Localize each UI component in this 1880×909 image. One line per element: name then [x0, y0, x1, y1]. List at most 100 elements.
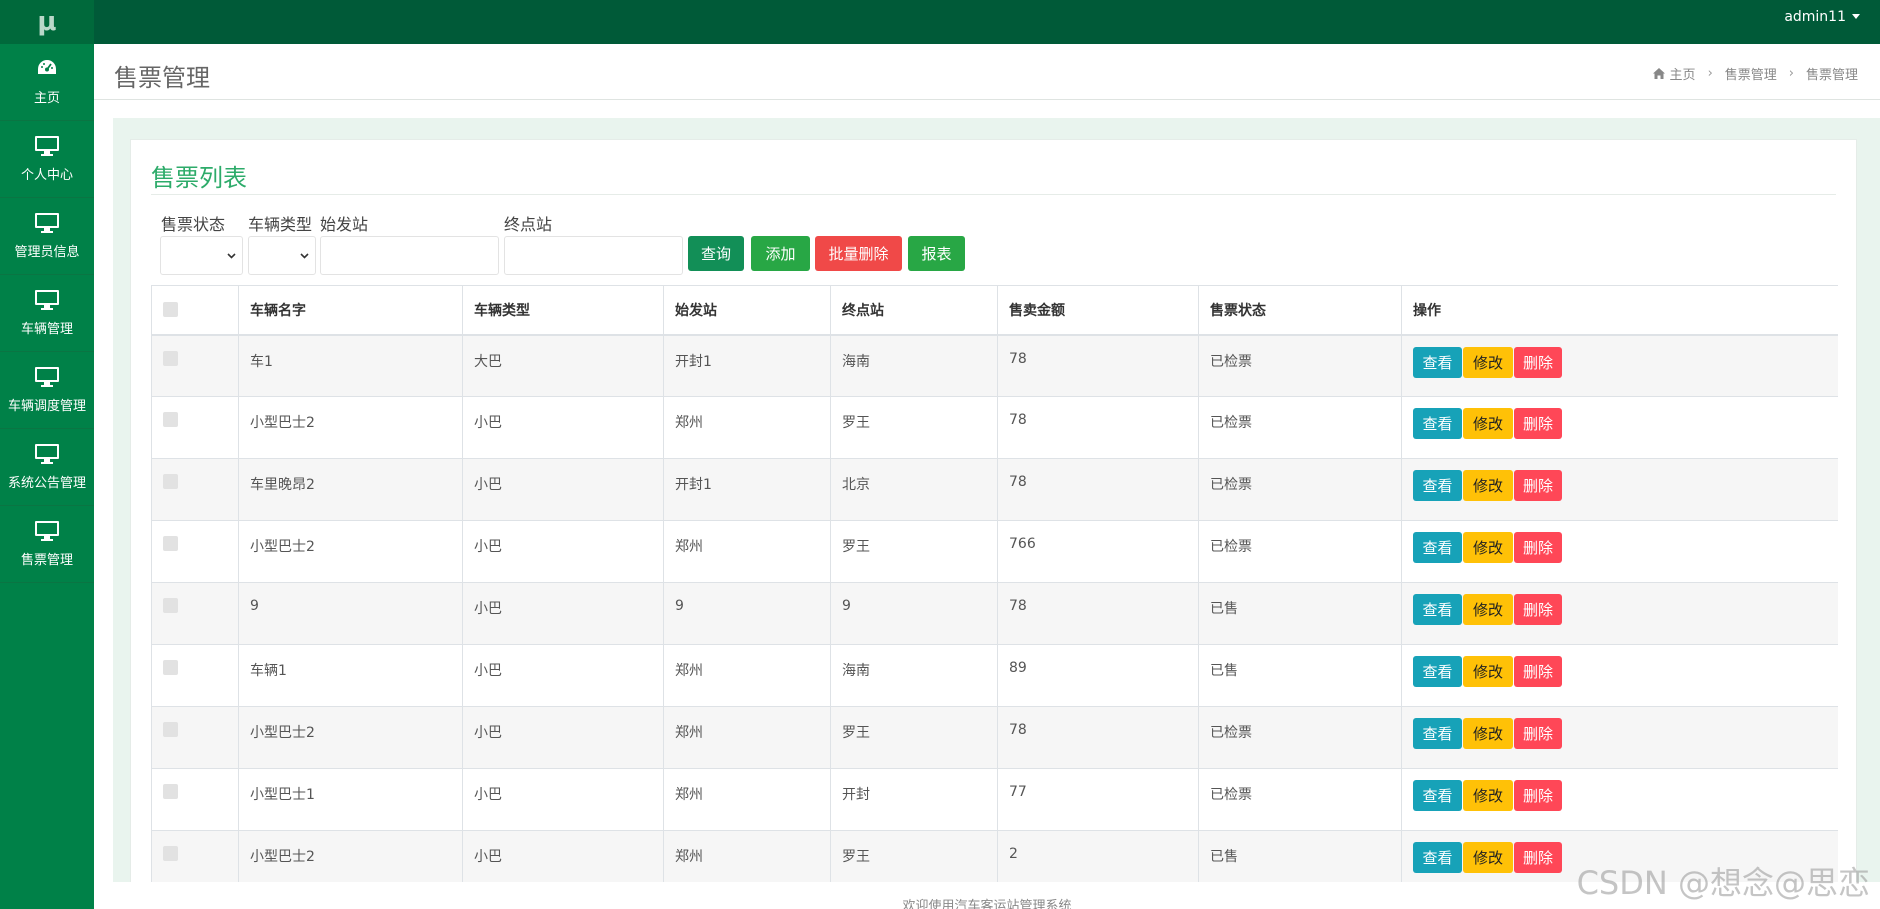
row-checkbox[interactable] — [163, 474, 178, 489]
divider — [151, 194, 1836, 195]
breadcrumb-separator-icon: › — [1707, 66, 1713, 81]
sidebar-item-label: 个人中心 — [20, 168, 73, 183]
delete-button[interactable]: 删除 — [1514, 594, 1562, 625]
view-button[interactable]: 查看 — [1413, 780, 1462, 811]
delete-button[interactable]: 删除 — [1514, 346, 1562, 378]
view-button[interactable]: 查看 — [1413, 470, 1462, 501]
batch-delete-button[interactable]: 批量删除 — [815, 236, 902, 271]
monitor-icon — [34, 289, 60, 311]
row-select-cell — [151, 458, 239, 521]
column-header[interactable]: 始发站 — [663, 285, 831, 336]
row-actions: 查看 修改 删除 — [1413, 346, 1827, 378]
delete-button[interactable]: 删除 — [1514, 532, 1562, 563]
sidebar-item[interactable]: 系统公告管理 — [0, 429, 94, 506]
status-select[interactable] — [160, 236, 243, 275]
row-checkbox[interactable] — [163, 536, 178, 551]
actions-cell: 查看 修改 删除 — [1401, 706, 1838, 769]
end-station-input[interactable] — [504, 236, 683, 275]
table-cell: 89 — [997, 644, 1199, 707]
ticket-table-container: 车辆名字 车辆类型 始发站 终点站 售卖金额 售票状态 操作 车1 大巴 开封1 海南… — [151, 285, 1838, 909]
vehicle-type-select[interactable] — [248, 236, 316, 275]
view-button[interactable]: 查看 — [1413, 594, 1462, 625]
delete-button[interactable]: 删除 — [1514, 408, 1562, 439]
row-checkbox[interactable] — [163, 412, 178, 427]
table-cell: 车里晚昂2 — [238, 458, 463, 521]
table-cell: 小型巴士2 — [238, 520, 463, 583]
view-button[interactable]: 查看 — [1413, 532, 1462, 563]
view-button[interactable]: 查看 — [1413, 346, 1462, 378]
row-checkbox[interactable] — [163, 350, 178, 366]
edit-button[interactable]: 修改 — [1463, 656, 1513, 687]
table-row: 9 小巴 9 9 78 已售 查看 修改 删除 — [151, 582, 1838, 645]
table-cell: 小型巴士2 — [238, 396, 463, 459]
breadcrumb-home[interactable]: 主页 — [1670, 64, 1696, 83]
view-button[interactable]: 查看 — [1413, 842, 1462, 873]
start-station-input[interactable] — [320, 236, 499, 275]
add-button[interactable]: 添加 — [751, 236, 810, 271]
column-header[interactable]: 车辆类型 — [462, 285, 664, 336]
sidebar-item[interactable]: 主页 — [0, 44, 94, 121]
table-cell: 小巴 — [462, 396, 664, 459]
actions-cell: 查看 修改 删除 — [1401, 334, 1838, 397]
report-button[interactable]: 报表 — [908, 236, 965, 271]
row-actions: 查看 修改 删除 — [1413, 780, 1827, 811]
table-row: 小型巴士2 小巴 郑州 罗王 78 已检票 查看 修改 删除 — [151, 396, 1838, 459]
sidebar-item[interactable]: 车辆管理 — [0, 275, 94, 352]
user-menu[interactable]: admin11 — [1784, 0, 1860, 33]
sidebar-item[interactable]: 车辆调度管理 — [0, 352, 94, 429]
table-cell: 小巴 — [462, 582, 664, 645]
row-checkbox[interactable] — [163, 660, 178, 675]
table-cell: 已检票 — [1198, 706, 1402, 769]
type-filter-label: 车辆类型 — [248, 215, 313, 234]
table-cell: 车辆1 — [238, 644, 463, 707]
table-cell: 78 — [997, 582, 1199, 645]
row-checkbox[interactable] — [163, 784, 178, 799]
table-row: 小型巴士2 小巴 郑州 罗王 78 已检票 查看 修改 删除 — [151, 706, 1838, 769]
home-icon — [1652, 68, 1665, 79]
delete-button[interactable]: 删除 — [1514, 780, 1562, 811]
row-actions: 查看 修改 删除 — [1413, 532, 1827, 563]
breadcrumb-section[interactable]: 售票管理 — [1725, 64, 1777, 83]
view-button[interactable]: 查看 — [1413, 656, 1462, 687]
sidebar-item[interactable]: 售票管理 — [0, 506, 94, 583]
table-cell: 766 — [997, 520, 1199, 583]
row-checkbox[interactable] — [163, 846, 178, 861]
column-header[interactable]: 车辆名字 — [238, 285, 463, 336]
row-checkbox[interactable] — [163, 598, 178, 613]
query-button[interactable]: 查询 — [688, 236, 744, 271]
sidebar-item[interactable]: 管理员信息 — [0, 198, 94, 275]
edit-button[interactable]: 修改 — [1463, 470, 1513, 501]
breadcrumb-separator-icon: › — [1788, 66, 1794, 81]
sidebar: μ 主页 个人中心 管理员信息 车辆管理 车辆调度管理 系统公告管理 售票管理 — [0, 0, 94, 909]
row-select-cell — [151, 334, 239, 397]
edit-button[interactable]: 修改 — [1463, 346, 1513, 378]
actions-cell: 查看 修改 删除 — [1401, 644, 1838, 707]
delete-button[interactable]: 删除 — [1514, 656, 1562, 687]
row-select-cell — [151, 706, 239, 769]
table-cell: 9 — [663, 582, 831, 645]
card-title: 售票列表 — [151, 164, 247, 192]
edit-button[interactable]: 修改 — [1463, 532, 1513, 563]
edit-button[interactable]: 修改 — [1463, 780, 1513, 811]
actions-cell: 查看 修改 删除 — [1401, 396, 1838, 459]
delete-button[interactable]: 删除 — [1514, 718, 1562, 749]
edit-button[interactable]: 修改 — [1463, 594, 1513, 625]
delete-button[interactable]: 删除 — [1514, 470, 1562, 501]
row-checkbox[interactable] — [163, 722, 178, 737]
column-header[interactable]: 终点站 — [830, 285, 998, 336]
select-all-checkbox[interactable] — [163, 302, 178, 318]
column-header[interactable]: 售票状态 — [1198, 285, 1402, 336]
delete-button[interactable]: 删除 — [1514, 842, 1562, 873]
sidebar-item[interactable]: 个人中心 — [0, 121, 94, 198]
column-header[interactable]: 售卖金额 — [997, 285, 1199, 336]
table-cell: 小型巴士1 — [238, 768, 463, 831]
edit-button[interactable]: 修改 — [1463, 408, 1513, 439]
actions-cell: 查看 修改 删除 — [1401, 520, 1838, 583]
edit-button[interactable]: 修改 — [1463, 842, 1513, 873]
table-cell: 罗王 — [830, 706, 998, 769]
table-cell: 郑州 — [663, 520, 831, 583]
view-button[interactable]: 查看 — [1413, 718, 1462, 749]
sidebar-item-label: 车辆调度管理 — [7, 399, 86, 414]
view-button[interactable]: 查看 — [1413, 408, 1462, 439]
edit-button[interactable]: 修改 — [1463, 718, 1513, 749]
